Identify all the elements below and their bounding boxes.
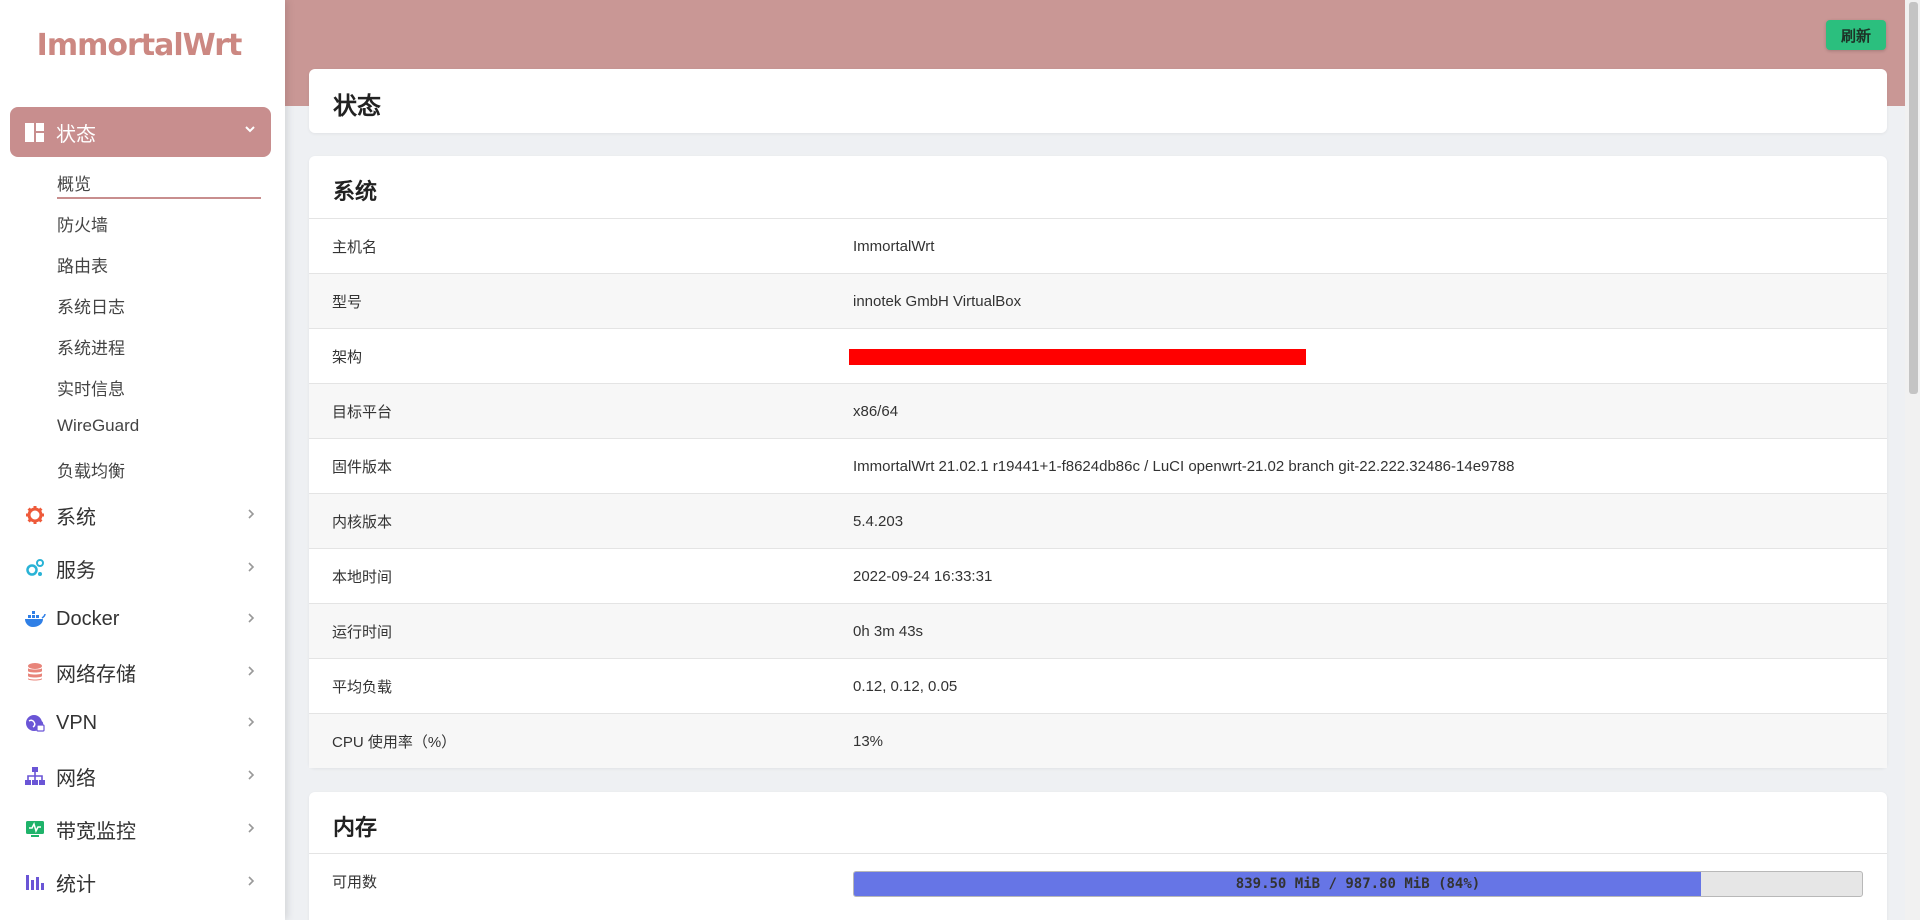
nav-vpn[interactable]: VPN: [10, 703, 271, 743]
table-row: 目标平台 x86/64: [309, 383, 1887, 438]
row-label: 目标平台: [332, 403, 393, 421]
row-value: ImmortalWrt 21.02.1 r19441+1-f8624db86c …: [853, 457, 1515, 475]
chevron-right-icon: [248, 613, 255, 623]
subnav-realtime[interactable]: 实时信息: [57, 375, 125, 400]
chevron-right-icon: [248, 770, 255, 780]
nav-bandwidth[interactable]: 带宽监控: [10, 809, 271, 849]
nav-statistics-label: 统计: [56, 873, 96, 896]
memory-progress-bar: 839.50 MiB / 987.80 MiB (84%): [853, 871, 1863, 897]
row-label: 本地时间: [332, 568, 393, 586]
row-label: 主机名: [332, 238, 378, 256]
subnav-wireguard[interactable]: WireGuard: [57, 416, 139, 436]
row-label: 平均负载: [332, 678, 393, 696]
system-section: 系统 主机名 ImmortalWrt 型号 innotek GmbH Virtu…: [309, 156, 1887, 768]
row-value: 13%: [853, 732, 884, 750]
nav-services[interactable]: 服务: [10, 548, 271, 588]
nav-bandwidth-label: 带宽监控: [56, 820, 136, 843]
nav-status[interactable]: 状态: [10, 107, 271, 157]
sidebar: ImmortalWrt 状态 概览 防火墙 路由表 系统日志 系统进程 实时信息…: [0, 0, 285, 920]
scrollbar-thumb[interactable]: [1909, 2, 1918, 394]
row-value: ImmortalWrt: [853, 237, 935, 255]
docker-icon: [24, 608, 46, 630]
row-value: 0h 3m 43s: [853, 622, 924, 640]
table-row: 运行时间 0h 3m 43s: [309, 603, 1887, 658]
row-label: 可用数: [332, 873, 378, 891]
row-label: CPU 使用率（%）: [332, 733, 457, 751]
nav-system[interactable]: 系统: [10, 495, 271, 535]
row-value: x86/64: [853, 402, 899, 420]
subnav-active-underline: [57, 197, 261, 199]
redacted-value: [849, 349, 1306, 365]
memory-section-title: 内存: [333, 815, 378, 840]
page-title-card: 状态: [309, 69, 1887, 133]
row-label: 架构: [332, 348, 363, 366]
nav-network[interactable]: 网络: [10, 756, 271, 796]
nav-vpn-label: VPN: [56, 711, 98, 734]
table-row: 可用数 839.50 MiB / 987.80 MiB (84%): [309, 853, 1887, 908]
subnav-loadbalance[interactable]: 负载均衡: [57, 457, 125, 482]
nav-docker-label: Docker: [56, 607, 120, 630]
chevron-right-icon: [248, 876, 255, 886]
table-row: 主机名 ImmortalWrt: [309, 218, 1887, 273]
scrollbar[interactable]: [1905, 0, 1920, 920]
chevron-right-icon: [248, 823, 255, 833]
chevron-down-icon: [245, 126, 255, 133]
nav-network-label: 网络: [56, 767, 96, 790]
row-value: innotek GmbH VirtualBox: [853, 292, 1022, 310]
row-label: 运行时间: [332, 623, 393, 641]
row-label: 固件版本: [332, 458, 393, 476]
nav-statistics[interactable]: 统计: [10, 862, 271, 902]
nav-nas-label: 网络存储: [56, 663, 136, 686]
row-value: 0.12, 0.12, 0.05: [853, 677, 958, 695]
table-row: 内核版本 5.4.203: [309, 493, 1887, 548]
nav-system-label: 系统: [56, 506, 96, 529]
table-row: 型号 innotek GmbH VirtualBox: [309, 273, 1887, 328]
chevron-right-icon: [248, 717, 255, 727]
bar-chart-icon: [24, 871, 46, 893]
dashboard-icon: [25, 122, 44, 142]
subnav-syslog[interactable]: 系统日志: [57, 293, 125, 318]
row-label: 内核版本: [332, 513, 393, 531]
monitor-icon: [24, 818, 46, 840]
chevron-right-icon: [248, 509, 255, 519]
subnav-routes[interactable]: 路由表: [57, 252, 108, 277]
table-row: 架构: [309, 328, 1887, 383]
subnav-processes[interactable]: 系统进程: [57, 334, 125, 359]
nav-docker[interactable]: Docker: [10, 599, 271, 639]
subnav-firewall[interactable]: 防火墙: [57, 211, 108, 236]
gear-icon: [24, 504, 46, 526]
memory-progress-text: 839.50 MiB / 987.80 MiB (84%): [1235, 876, 1481, 892]
nav-services-label: 服务: [56, 559, 96, 582]
globe-lock-icon: [24, 712, 46, 734]
table-row: 本地时间 2022-09-24 16:33:31: [309, 548, 1887, 603]
row-label: 型号: [332, 293, 363, 311]
table-row: 固件版本 ImmortalWrt 21.02.1 r19441+1-f8624d…: [309, 438, 1887, 493]
nav-status-label: 状态: [56, 123, 96, 146]
database-icon: [24, 661, 46, 683]
logo[interactable]: ImmortalWrt: [0, 28, 278, 63]
chevron-right-icon: [248, 562, 255, 572]
table-row: 平均负载 0.12, 0.12, 0.05: [309, 658, 1887, 713]
row-value: 5.4.203: [853, 512, 904, 530]
table-row: CPU 使用率（%） 13%: [309, 713, 1887, 768]
cogs-icon: [24, 557, 46, 579]
nav-nas[interactable]: 网络存储: [10, 652, 271, 692]
refresh-button[interactable]: 刷新: [1826, 20, 1886, 50]
page-title: 状态: [333, 93, 381, 120]
row-value: 2022-09-24 16:33:31: [853, 567, 993, 585]
chevron-right-icon: [248, 666, 255, 676]
system-section-title: 系统: [333, 179, 378, 204]
sitemap-icon: [24, 765, 46, 787]
memory-section: 内存 可用数 839.50 MiB / 987.80 MiB (84%): [309, 792, 1887, 920]
subnav-overview[interactable]: 概览: [57, 170, 91, 195]
